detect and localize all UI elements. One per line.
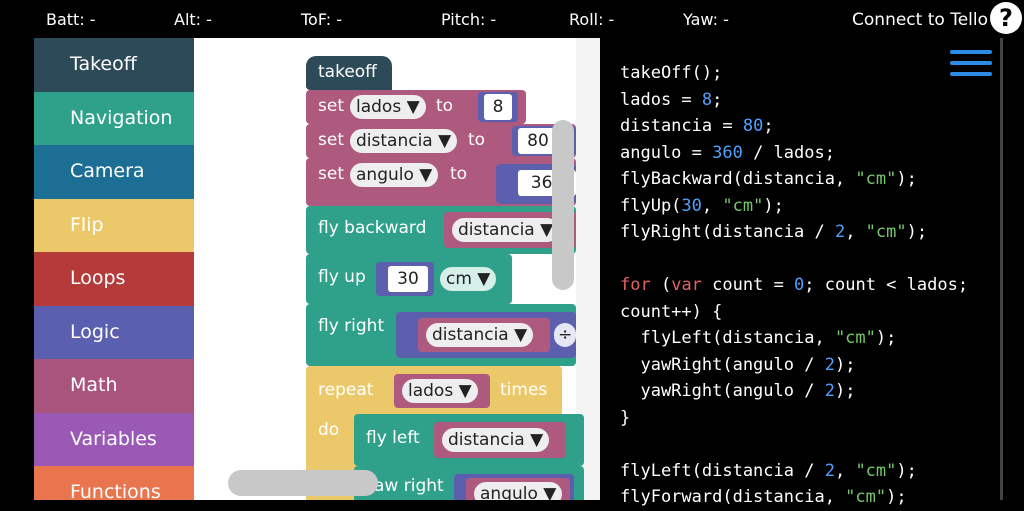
fly-right-distance-dropdown[interactable]: distancia ▼ bbox=[426, 323, 534, 347]
set-distancia-block[interactable]: set distancia ▼ to 80 bbox=[306, 124, 576, 158]
fly-backward-block[interactable]: fly backward distancia ▼ bbox=[306, 206, 576, 254]
fly-up-block[interactable]: fly up 30 cm ▼ bbox=[306, 254, 512, 304]
lados-value-field[interactable]: 8 bbox=[484, 94, 512, 120]
code-line: flyRight(distancia / 2, "cm"); bbox=[620, 222, 928, 242]
fly-up-label: fly up bbox=[318, 267, 366, 287]
toolbox-category-takeoff[interactable]: Takeoff bbox=[34, 38, 194, 92]
code-line: takeOff(); bbox=[620, 63, 723, 83]
generated-code: takeOff(); lados = 8; distancia = 80; angul… bbox=[620, 60, 968, 511]
times-label: times bbox=[500, 380, 548, 400]
toolbox-category-variables[interactable]: Variables bbox=[34, 412, 194, 466]
set-label: set bbox=[318, 130, 344, 150]
fly-left-block[interactable]: fly left distancia ▼ bbox=[354, 414, 584, 466]
pitch-status: Pitch: - bbox=[441, 10, 497, 29]
help-icon[interactable]: ? bbox=[990, 2, 1022, 34]
code-line: for (var count = 0; count < lados; bbox=[620, 275, 969, 295]
code-line: flyForward(distancia, "cm"); bbox=[620, 487, 907, 507]
fly-right-label: fly right bbox=[318, 316, 385, 336]
roll-status: Roll: - bbox=[569, 10, 615, 29]
set-label: set bbox=[318, 164, 344, 184]
fly-up-unit-dropdown[interactable]: cm ▼ bbox=[440, 267, 497, 291]
to-label: to bbox=[436, 96, 454, 116]
altitude-status: Alt: - bbox=[174, 10, 212, 29]
fly-right-block[interactable]: fly right distancia ▼ ÷ bbox=[306, 304, 577, 366]
code-panel-border bbox=[1000, 38, 1003, 500]
toolbox-category-logic[interactable]: Logic bbox=[34, 305, 194, 359]
divide-operator-dropdown[interactable]: ÷ bbox=[554, 323, 577, 347]
code-line: count++) { bbox=[620, 301, 723, 322]
yaw-right-label: aw right bbox=[374, 476, 444, 496]
yaw-right-angle-dropdown[interactable]: angulo ▼ bbox=[474, 482, 563, 500]
tof-status: ToF: - bbox=[301, 10, 343, 29]
fly-backward-label: fly backward bbox=[318, 218, 427, 238]
code-line: yawRight(angulo / 2); bbox=[620, 354, 856, 375]
fly-up-value-field[interactable]: 30 bbox=[388, 266, 428, 292]
to-label: to bbox=[450, 164, 468, 184]
toolbox: Takeoff Navigation Camera Flip Loops Logic Mat… bbox=[34, 38, 194, 500]
takeoff-label: takeoff bbox=[318, 62, 377, 82]
set-label: set bbox=[318, 96, 344, 116]
workspace-horizontal-scrollbar[interactable] bbox=[228, 470, 378, 496]
toolbox-category-math[interactable]: Math bbox=[34, 359, 194, 413]
fly-backward-distance-dropdown[interactable]: distancia ▼ bbox=[452, 218, 560, 242]
code-line: lados = 8; bbox=[620, 89, 723, 110]
status-bar: Batt: - Alt: - ToF: - Pitch: - Roll: - Y… bbox=[0, 0, 1024, 38]
repeat-count-dropdown[interactable]: lados ▼ bbox=[402, 379, 478, 403]
var-angulo-dropdown[interactable]: angulo ▼ bbox=[350, 163, 439, 187]
fly-left-distance-dropdown[interactable]: distancia ▼ bbox=[442, 428, 550, 452]
to-label: to bbox=[468, 130, 486, 150]
toolbox-category-flip[interactable]: Flip bbox=[34, 198, 194, 252]
blocks-workspace[interactable]: takeoff set lados ▼ to 8 set distancia ▼… bbox=[194, 38, 600, 500]
var-lados-dropdown[interactable]: lados ▼ bbox=[350, 95, 426, 119]
battery-status: Batt: - bbox=[46, 10, 96, 29]
do-label: do bbox=[318, 420, 340, 440]
repeat-label: repeat bbox=[318, 380, 374, 400]
code-line: flyUp(30, "cm"); bbox=[620, 195, 784, 216]
connect-button[interactable]: Connect to Tello bbox=[852, 10, 988, 30]
toolbox-category-functions[interactable]: Functions bbox=[34, 466, 194, 500]
toolbox-category-camera[interactable]: Camera bbox=[34, 145, 194, 199]
code-line: distancia = 80; bbox=[620, 116, 774, 136]
toolbox-category-navigation[interactable]: Navigation bbox=[34, 91, 194, 145]
fly-left-label: fly left bbox=[366, 428, 420, 448]
toolbox-category-loops[interactable]: Loops bbox=[34, 252, 194, 306]
workspace-vertical-scrollbar[interactable] bbox=[552, 120, 574, 290]
takeoff-block[interactable]: takeoff bbox=[306, 56, 392, 90]
var-distancia-dropdown[interactable]: distancia ▼ bbox=[350, 129, 458, 153]
code-line: angulo = 360 / lados; bbox=[620, 142, 835, 163]
set-lados-block[interactable]: set lados ▼ to 8 bbox=[306, 90, 526, 124]
code-line: } bbox=[620, 407, 631, 428]
code-line: flyLeft(distancia, "cm"); bbox=[620, 328, 897, 348]
code-line: flyBackward(distancia, "cm"); bbox=[620, 169, 917, 189]
yaw-right-block[interactable]: aw right angulo ▼ bbox=[354, 466, 584, 500]
set-angulo-block[interactable]: set angulo ▼ to 360 bbox=[306, 158, 576, 206]
code-line: flyLeft(distancia / 2, "cm"); bbox=[620, 460, 917, 481]
menu-icon[interactable] bbox=[950, 50, 994, 82]
yaw-status: Yaw: - bbox=[683, 10, 729, 29]
code-line: yawRight(angulo / 2); bbox=[620, 381, 856, 401]
